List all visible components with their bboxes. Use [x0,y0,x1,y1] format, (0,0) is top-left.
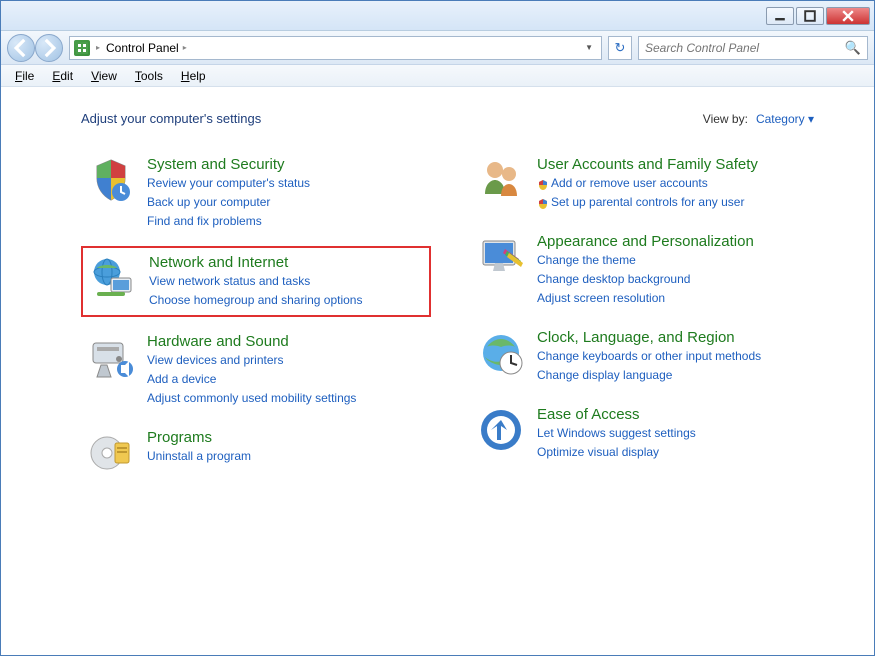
menu-edit[interactable]: Edit [44,67,81,85]
shield-icon [537,178,549,190]
menu-view[interactable]: View [83,67,125,85]
category-link[interactable]: Review your computer's status [147,174,310,192]
header-row: Adjust your computer's settings View by:… [81,111,874,126]
category-body: Hardware and SoundView devices and print… [147,333,356,407]
right-column: User Accounts and Family SafetyAdd or re… [471,150,821,483]
category-title[interactable]: Hardware and Sound [147,333,356,350]
category-item: ProgramsUninstall a program [81,423,431,483]
maximize-button[interactable] [796,7,824,25]
category-link[interactable]: Choose homegroup and sharing options [149,291,362,309]
refresh-button[interactable]: ↻ [608,36,632,60]
category-title[interactable]: System and Security [147,156,310,173]
category-link[interactable]: Find and fix problems [147,212,310,230]
category-title[interactable]: User Accounts and Family Safety [537,156,758,173]
content-area: Adjust your computer's settings View by:… [1,87,874,655]
address-bar[interactable]: ▸ Control Panel ▸ ▼ [69,36,602,60]
category-link[interactable]: Change keyboards or other input methods [537,347,761,365]
toolbar: ▸ Control Panel ▸ ▼ ↻ 🔍 [1,31,874,65]
category-title[interactable]: Appearance and Personalization [537,233,754,250]
category-title[interactable]: Clock, Language, and Region [537,329,761,346]
category-link[interactable]: Let Windows suggest settings [537,424,696,442]
category-link[interactable]: Adjust screen resolution [537,289,754,307]
category-icon [477,406,525,454]
chevron-right-icon: ▸ [96,43,100,52]
titlebar [1,1,874,31]
breadcrumb: Control Panel ▸ [106,41,575,55]
category-item: Ease of AccessLet Windows suggest settin… [471,400,821,467]
breadcrumb-item[interactable]: Control Panel [106,41,179,55]
category-link[interactable]: View devices and printers [147,351,356,369]
category-icon [477,233,525,281]
nav-buttons [7,34,63,62]
page-title: Adjust your computer's settings [81,111,261,126]
search-input[interactable] [645,41,845,55]
category-link[interactable]: Uninstall a program [147,447,251,465]
category-body: Appearance and PersonalizationChange the… [537,233,754,307]
left-column: System and SecurityReview your computer'… [81,150,431,483]
category-link[interactable]: Add a device [147,370,356,388]
category-link[interactable]: Back up your computer [147,193,310,211]
category-icon [89,254,137,302]
minimize-button[interactable] [766,7,794,25]
category-link[interactable]: Optimize visual display [537,443,696,461]
close-button[interactable] [826,7,870,25]
category-title[interactable]: Ease of Access [537,406,696,423]
category-icon [477,156,525,204]
category-link[interactable]: Change the theme [537,251,754,269]
category-link[interactable]: Change display language [537,366,761,384]
chevron-right-icon: ▸ [183,43,187,52]
back-button[interactable] [7,34,35,62]
category-body: Network and InternetView network status … [149,254,362,309]
category-link[interactable]: Set up parental controls for any user [537,193,758,211]
window-controls [766,7,870,25]
menu-help[interactable]: Help [173,67,214,85]
category-icon [87,156,135,204]
category-body: Clock, Language, and RegionChange keyboa… [537,329,761,384]
category-body: Ease of AccessLet Windows suggest settin… [537,406,696,461]
category-item: System and SecurityReview your computer'… [81,150,431,236]
category-link[interactable]: Add or remove user accounts [537,174,758,192]
category-link[interactable]: Adjust commonly used mobility settings [147,389,356,407]
forward-button[interactable] [35,34,63,62]
control-panel-icon [74,40,90,56]
category-body: ProgramsUninstall a program [147,429,251,477]
category-body: System and SecurityReview your computer'… [147,156,310,230]
menubar: File Edit View Tools Help [1,65,874,87]
search-icon: 🔍 [845,40,861,56]
category-item: Hardware and SoundView devices and print… [81,327,431,413]
category-icon [87,333,135,381]
category-body: User Accounts and Family SafetyAdd or re… [537,156,758,211]
shield-icon [537,197,549,209]
view-by-label: View by: [703,112,748,126]
category-link[interactable]: Change desktop background [537,270,754,288]
category-item: Appearance and PersonalizationChange the… [471,227,821,313]
category-item: User Accounts and Family SafetyAdd or re… [471,150,821,217]
category-title[interactable]: Programs [147,429,251,446]
view-by-dropdown[interactable]: Category ▾ [756,112,814,126]
category-icon [477,329,525,377]
view-by-value-text: Category [756,112,805,126]
menu-file[interactable]: File [7,67,42,85]
category-title[interactable]: Network and Internet [149,254,362,271]
category-item: Network and InternetView network status … [81,246,431,317]
address-dropdown-icon[interactable]: ▼ [581,43,597,52]
search-box[interactable]: 🔍 [638,36,868,60]
category-item: Clock, Language, and RegionChange keyboa… [471,323,821,390]
view-by: View by: Category ▾ [703,112,814,126]
category-icon [87,429,135,477]
menu-tools[interactable]: Tools [127,67,171,85]
category-grid: System and SecurityReview your computer'… [81,150,874,483]
category-link[interactable]: View network status and tasks [149,272,362,290]
